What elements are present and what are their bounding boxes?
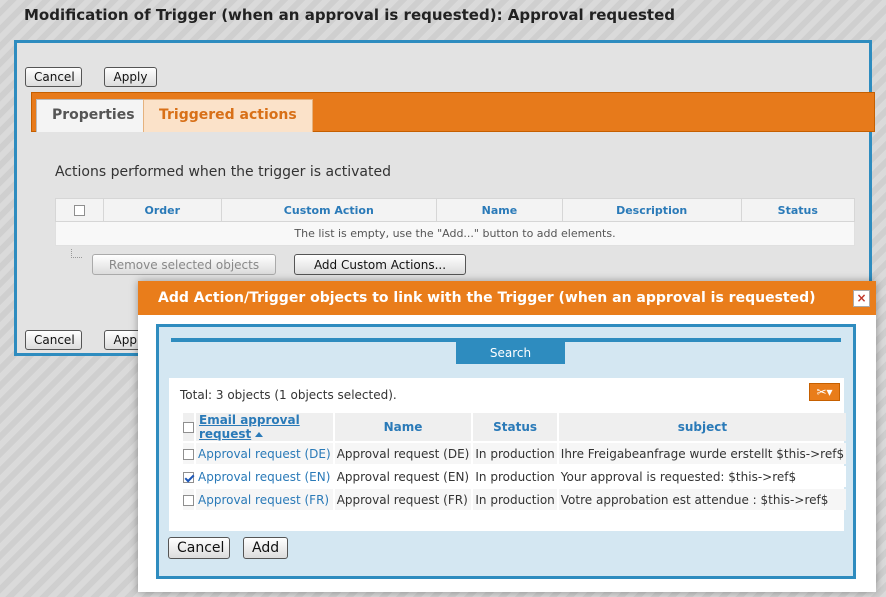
- select-all-header: [183, 413, 194, 441]
- column-header-email-approval-request[interactable]: Email approval request: [196, 413, 333, 441]
- column-header-status[interactable]: Status: [473, 413, 557, 441]
- tab-properties[interactable]: Properties: [36, 99, 151, 132]
- objects-table: Email approval request Name Status subje…: [181, 411, 848, 512]
- dialog-cancel-button[interactable]: Cancel: [168, 537, 230, 559]
- subject-cell: Your approval is requested: $this->ref$: [558, 466, 847, 487]
- column-header-custom-action[interactable]: Custom Action: [220, 198, 438, 222]
- tab-triggered-actions[interactable]: Triggered actions: [143, 99, 313, 132]
- cancel-button[interactable]: Cancel: [25, 67, 82, 87]
- column-header-label: Email approval request: [199, 413, 300, 441]
- add-custom-actions-button[interactable]: Add Custom Actions...: [294, 254, 466, 275]
- row-checkbox[interactable]: [183, 448, 194, 460]
- row-select-cell: [183, 466, 194, 487]
- row-checkbox[interactable]: [183, 471, 194, 483]
- column-header-order[interactable]: Order: [103, 198, 222, 222]
- table-row[interactable]: Approval request (EN) Approval request (…: [183, 466, 847, 487]
- column-header-description[interactable]: Description: [561, 198, 742, 222]
- select-all-checkbox[interactable]: [183, 422, 194, 433]
- email-approval-request-link[interactable]: Approval request (FR): [196, 489, 333, 510]
- table-row[interactable]: Approval request (FR) Approval request (…: [183, 489, 847, 510]
- section-label: Actions performed when the trigger is ac…: [55, 164, 391, 180]
- column-header-subject[interactable]: subject: [558, 413, 847, 441]
- results-panel: Total: 3 objects (1 objects selected). ✂…: [169, 378, 847, 531]
- remove-selected-objects-button[interactable]: Remove selected objects: [92, 254, 276, 275]
- status-cell: In production: [473, 443, 557, 464]
- row-select-cell: [183, 489, 194, 510]
- tools-menu-icon[interactable]: ✂▾: [809, 383, 840, 401]
- dialog-title: Add Action/Trigger objects to link with …: [138, 281, 876, 315]
- dialog-body: Search Total: 3 objects (1 objects selec…: [156, 324, 856, 579]
- name-cell: Approval request (EN): [334, 466, 472, 487]
- dialog-add-button[interactable]: Add: [243, 537, 288, 559]
- column-header-name[interactable]: Name: [334, 413, 472, 441]
- search-tab[interactable]: Search: [456, 342, 565, 364]
- name-cell: Approval request (DE): [334, 443, 472, 464]
- close-icon[interactable]: ×: [853, 290, 870, 307]
- select-all-header: [54, 198, 105, 222]
- column-header-name[interactable]: Name: [436, 198, 563, 222]
- tab-bar: Properties Triggered actions: [31, 92, 875, 132]
- subject-cell: Ihre Freigabeanfrage wurde erstellt $thi…: [558, 443, 847, 464]
- table-row[interactable]: Approval request (DE) Approval request (…: [183, 443, 847, 464]
- row-select-cell: [183, 443, 194, 464]
- name-cell: Approval request (FR): [334, 489, 472, 510]
- results-total: Total: 3 objects (1 objects selected).: [180, 388, 397, 402]
- empty-list-message: The list is empty, use the "Add..." butt…: [55, 221, 855, 246]
- row-checkbox[interactable]: [183, 494, 194, 506]
- page-title: Modification of Trigger (when an approva…: [24, 6, 676, 24]
- add-objects-dialog: Add Action/Trigger objects to link with …: [138, 281, 876, 592]
- column-header-status[interactable]: Status: [740, 198, 856, 222]
- subject-cell: Votre approbation est attendue : $this->…: [558, 489, 847, 510]
- select-all-checkbox[interactable]: [74, 205, 85, 216]
- actions-table: Order Custom Action Name Description Sta…: [54, 198, 856, 246]
- apply-button[interactable]: Apply: [104, 67, 157, 87]
- bottom-cancel-button[interactable]: Cancel: [25, 330, 82, 350]
- sort-ascending-icon: [255, 432, 264, 437]
- email-approval-request-link[interactable]: Approval request (DE): [196, 443, 333, 464]
- tree-connector: [71, 249, 82, 258]
- email-approval-request-link[interactable]: Approval request (EN): [196, 466, 333, 487]
- status-cell: In production: [473, 466, 557, 487]
- status-cell: In production: [473, 489, 557, 510]
